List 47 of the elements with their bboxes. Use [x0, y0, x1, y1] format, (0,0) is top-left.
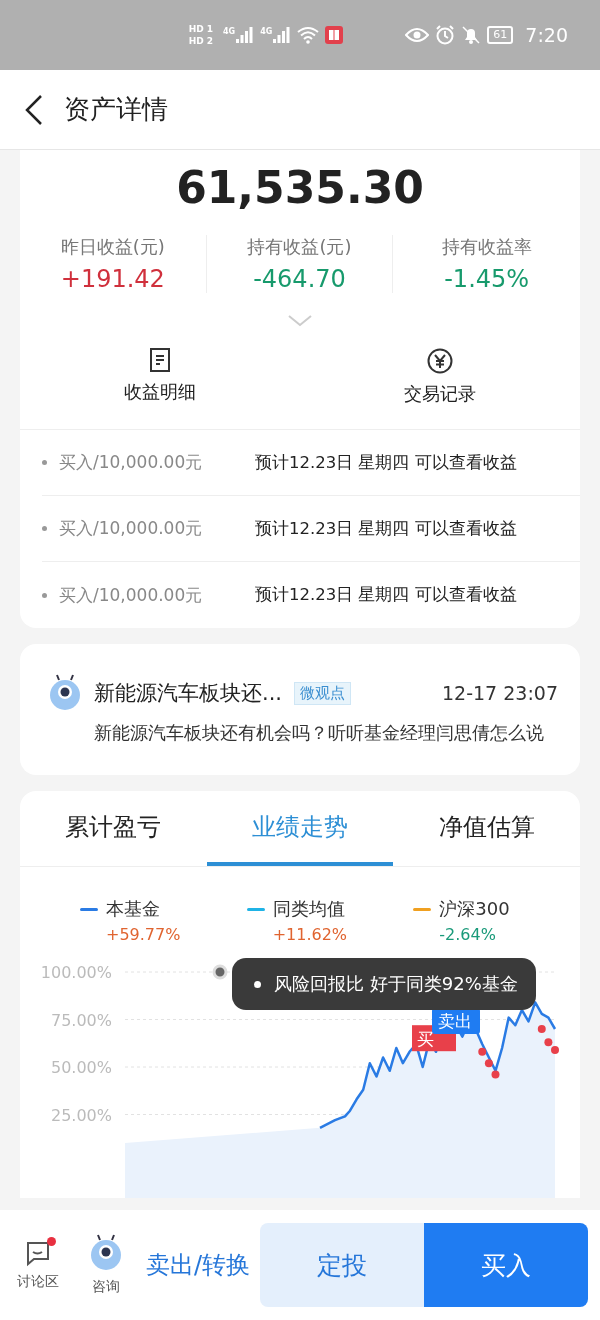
news-time: 12-17 23:07	[442, 682, 558, 704]
stat-value: -464.70	[253, 265, 346, 293]
page-title: 资产详情	[64, 93, 168, 126]
legend-label: 本基金	[106, 897, 160, 921]
tab[interactable]: 净值估算	[393, 791, 580, 866]
purchase-amount: 买入/10,000.00元	[59, 451, 204, 474]
legend-value: -2.64%	[439, 925, 497, 944]
network-label: 4G	[223, 27, 236, 36]
sell-convert-link[interactable]: 卖出/转换	[146, 1249, 251, 1281]
stat-label: 昨日收益(元)	[60, 235, 165, 259]
total-amount: 61,535.30	[175, 161, 425, 213]
axis-label: 50.00%	[51, 1058, 112, 1077]
stat-label: 持有收益率	[441, 235, 532, 259]
axis-label: 25.00%	[51, 1105, 112, 1125]
purchase-amount: 买入/10,000.00元	[59, 517, 204, 540]
auto-invest-button[interactable]: 定投	[260, 1223, 425, 1307]
buy-button[interactable]: 买入	[424, 1223, 588, 1307]
tooltip: 风险回报比 好于同类92%基金	[232, 958, 536, 1010]
sell-marker: 卖出	[432, 1008, 480, 1035]
axis-label: 100.00%	[40, 963, 112, 982]
news-card[interactable]: 新能源汽车板块还... 微观点 12-17 23:07 新能源汽车板块还有机会吗？听听基金经理闫思倩怎么说	[20, 644, 580, 775]
battery-indicator: 61	[487, 26, 514, 44]
legend-value: +11.62%	[272, 925, 349, 944]
stat-value: -1.45%	[444, 265, 530, 293]
purchase-amount: 买入/10,000.00元	[59, 583, 204, 607]
sim-indicator: HD 2	[188, 36, 214, 46]
stat-value: +191.42	[60, 265, 165, 293]
legend-label: 沪深300	[439, 897, 510, 921]
stat-label: 持有收益(元)	[247, 235, 352, 259]
discuss-button[interactable]: 讨论区	[6, 1239, 70, 1291]
legend-label: 同类均值	[272, 897, 345, 921]
pending-note: 预计12.23日 星期四 可以查看收益	[255, 584, 517, 606]
action-button[interactable]: 交易记录	[398, 347, 482, 407]
tab[interactable]: 业绩走势	[206, 791, 394, 866]
pending-note: 预计12.23日 星期四 可以查看收益	[255, 451, 517, 474]
sim-indicator: HD 1	[188, 24, 214, 34]
tab[interactable]: 累计盈亏	[20, 791, 207, 866]
network-label: 4G	[260, 27, 273, 36]
action-button[interactable]: 收益明细	[118, 347, 202, 407]
consult-button[interactable]: 咨询	[74, 1234, 138, 1296]
legend-value: +59.77%	[106, 925, 182, 944]
clock-time: 7:20	[525, 24, 568, 46]
news-tag: 微观点	[294, 681, 352, 705]
news-summary: 新能源汽车板块还有机会吗？听听基金经理闫思倩怎么说	[94, 721, 545, 745]
news-title: 新能源汽车板块还...	[94, 680, 283, 707]
pending-note: 预计12.23日 星期四 可以查看收益	[255, 517, 517, 540]
axis-label: 75.00%	[51, 1010, 112, 1030]
